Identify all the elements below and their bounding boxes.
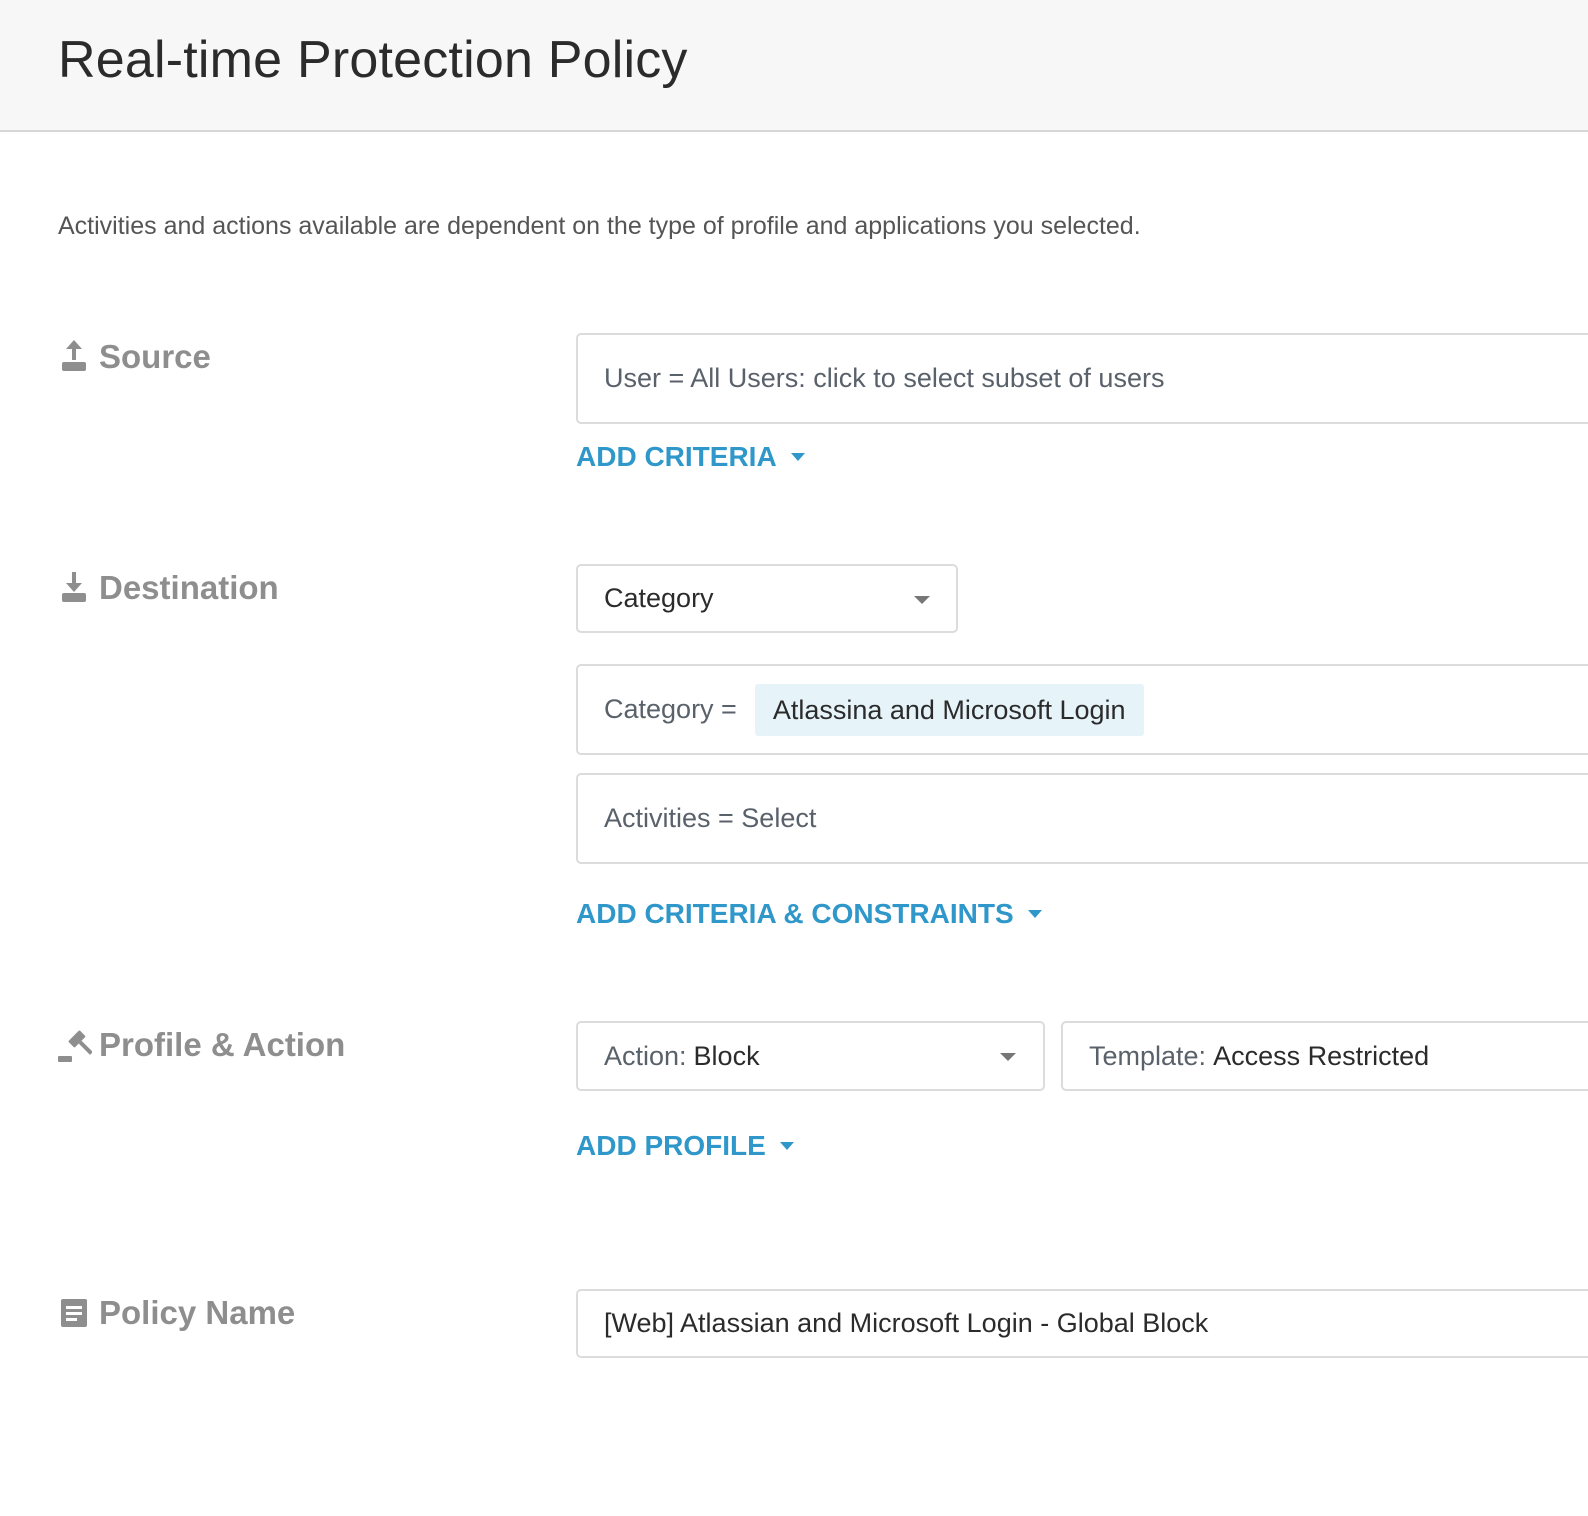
add-criteria-button[interactable]: ADD CRITERIA	[576, 441, 805, 473]
page-description: Activities and actions available are dep…	[58, 212, 1141, 240]
action-select[interactable]: Action: Block	[576, 1021, 1045, 1091]
add-criteria-constraints-label: ADD CRITERIA & CONSTRAINTS	[576, 898, 1014, 929]
source-label: Source	[99, 338, 211, 375]
chevron-down-icon	[1000, 1053, 1016, 1061]
template-value: Access Restricted	[1213, 1040, 1430, 1071]
policy-name-section-label: Policy Name	[58, 1294, 295, 1332]
destination-activities-field[interactable]: Activities = Select	[576, 773, 1588, 864]
destination-label: Destination	[99, 569, 279, 606]
caret-down-icon	[1027, 910, 1042, 918]
source-user-field[interactable]: User = All Users: click to select subset…	[576, 333, 1588, 424]
policy-name-label: Policy Name	[99, 1294, 296, 1331]
policy-page: Real-time Protection Policy Activities a…	[0, 0, 1588, 1516]
add-profile-button[interactable]: ADD PROFILE	[576, 1130, 794, 1162]
policy-name-input[interactable]: [Web] Atlassian and Microsoft Login - Gl…	[576, 1289, 1588, 1358]
template-prefix: Template:	[1089, 1040, 1207, 1071]
caret-down-icon	[790, 453, 805, 461]
profile-action-label: Profile & Action	[99, 1026, 346, 1063]
add-profile-label: ADD PROFILE	[576, 1130, 766, 1161]
category-chip[interactable]: Atlassina and Microsoft Login	[754, 683, 1144, 736]
destination-section-label: Destination	[58, 569, 279, 607]
upload-icon	[58, 340, 90, 374]
download-icon	[58, 571, 90, 605]
add-criteria-constraints-button[interactable]: ADD CRITERIA & CONSTRAINTS	[576, 898, 1042, 930]
category-prefix: Category =	[604, 694, 737, 724]
template-select[interactable]: Template: Access Restricted	[1061, 1021, 1588, 1091]
document-icon	[58, 1296, 90, 1330]
action-prefix: Action:	[604, 1040, 687, 1071]
gavel-icon	[58, 1028, 92, 1062]
caret-down-icon	[779, 1142, 794, 1150]
destination-type-value: Category	[604, 583, 714, 613]
add-criteria-label: ADD CRITERIA	[576, 441, 777, 472]
page-header: Real-time Protection Policy	[0, 0, 1588, 132]
activities-text: Activities = Select	[604, 803, 817, 833]
destination-type-select[interactable]: Category	[576, 564, 958, 633]
action-value: Block	[693, 1040, 760, 1071]
page-title: Real-time Protection Policy	[58, 31, 688, 89]
destination-category-field[interactable]: Category = Atlassina and Microsoft Login	[576, 664, 1588, 755]
chevron-down-icon	[914, 596, 930, 604]
source-user-text: User = All Users: click to select subset…	[604, 363, 1165, 393]
profile-action-section-label: Profile & Action	[58, 1026, 345, 1064]
source-section-label: Source	[58, 338, 211, 376]
policy-name-value: [Web] Atlassian and Microsoft Login - Gl…	[604, 1308, 1209, 1338]
